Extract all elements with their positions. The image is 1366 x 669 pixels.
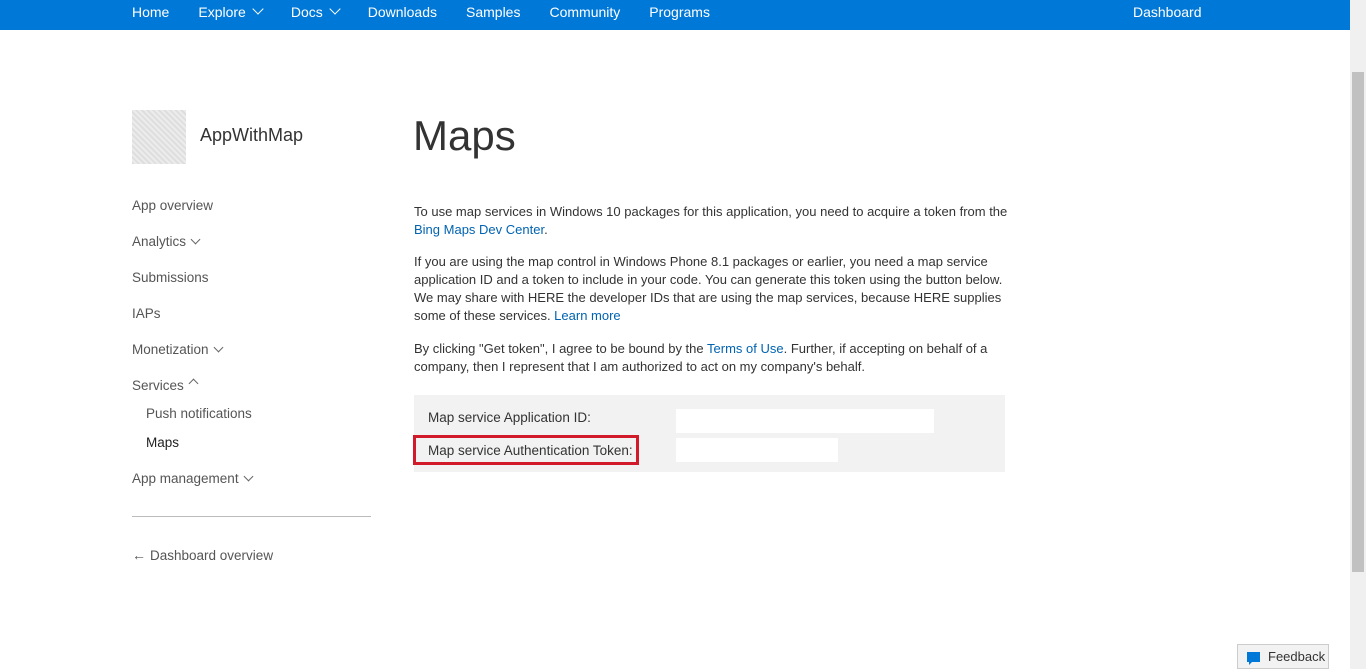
dashboard-overview-link[interactable]: ← Dashboard overview	[132, 547, 273, 563]
sidebar-item-analytics[interactable]: Analytics	[132, 232, 372, 268]
app-id-value[interactable]	[676, 409, 934, 433]
chevron-down-icon	[213, 342, 223, 353]
nav-samples[interactable]: Samples	[466, 4, 520, 20]
top-navigation-bar: Home Explore Docs Downloads Samples Comm…	[0, 0, 1350, 30]
sidebar-item-iaps[interactable]: IAPs	[132, 304, 372, 340]
learn-more-link[interactable]: Learn more	[554, 308, 620, 323]
arrow-left-icon: ←	[132, 547, 146, 563]
chevron-down-icon	[252, 3, 264, 15]
terms-of-use-link[interactable]: Terms of Use	[707, 341, 784, 356]
sidebar-item-submissions[interactable]: Submissions	[132, 268, 372, 304]
auth-token-label: Map service Authentication Token:	[428, 443, 633, 458]
windows-phone-paragraph: If you are using the map control in Wind…	[414, 254, 1003, 323]
chevron-down-icon	[190, 234, 201, 245]
chevron-down-icon	[243, 471, 254, 482]
page-title: Maps	[413, 112, 516, 159]
vertical-scrollbar[interactable]	[1350, 0, 1366, 669]
sidebar-nav: App overview Analytics Submissions IAPs …	[132, 196, 372, 505]
nav-left-group: Home Explore Docs Downloads Samples Comm…	[132, 3, 739, 20]
sidebar-item-app-management[interactable]: App management	[132, 469, 372, 505]
app-thumbnail	[132, 110, 186, 164]
nav-docs[interactable]: Docs	[291, 3, 341, 20]
sidebar-item-app-overview[interactable]: App overview	[132, 196, 372, 232]
sidebar-subitem-push-notifications[interactable]: Push notifications	[132, 404, 372, 433]
bing-maps-dev-center-link[interactable]: Bing Maps Dev Center	[414, 222, 544, 237]
auth-token-value[interactable]	[676, 438, 838, 462]
feedback-button[interactable]: Feedback	[1237, 644, 1329, 669]
sidebar-item-services[interactable]: Services	[132, 376, 372, 404]
app-name: AppWithMap	[200, 125, 304, 145]
nav-home[interactable]: Home	[132, 4, 169, 20]
chevron-up-icon	[188, 378, 199, 389]
nav-programs[interactable]: Programs	[649, 4, 710, 20]
nav-explore[interactable]: Explore	[198, 3, 264, 20]
sidebar-divider	[132, 516, 371, 517]
intro-paragraph: To use map services in Windows 10 packag…	[414, 204, 1008, 237]
nav-community[interactable]: Community	[549, 4, 620, 20]
app-id-label: Map service Application ID:	[428, 410, 591, 425]
nav-dashboard[interactable]: Dashboard	[1133, 4, 1202, 20]
nav-downloads[interactable]: Downloads	[368, 4, 437, 20]
sidebar-subitem-maps[interactable]: Maps	[132, 433, 372, 469]
sidebar-item-monetization[interactable]: Monetization	[132, 340, 372, 376]
chat-bubble-icon	[1247, 651, 1260, 665]
terms-paragraph: By clicking "Get token", I agree to be b…	[414, 341, 988, 374]
chevron-down-icon	[329, 3, 341, 15]
scrollbar-thumb[interactable]	[1352, 72, 1364, 572]
